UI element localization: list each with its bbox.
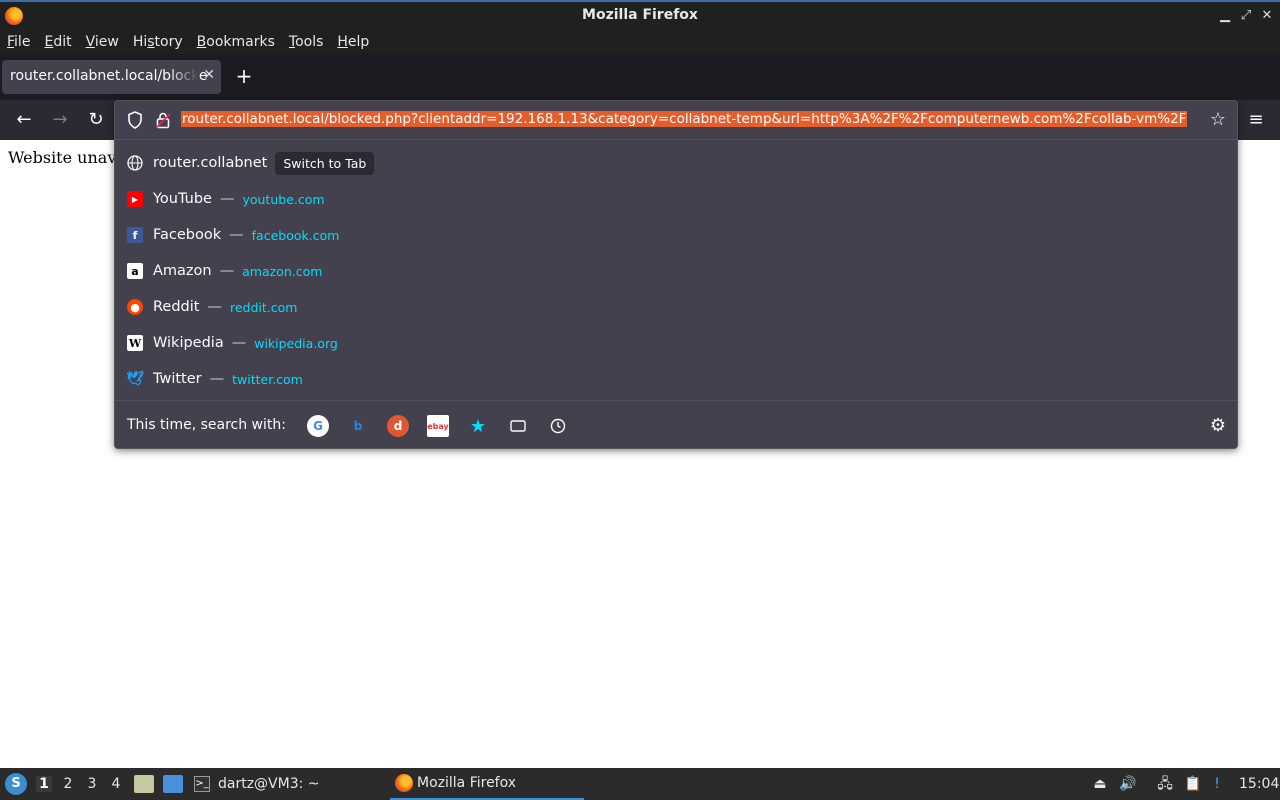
close-window-button[interactable]: ✕	[1257, 6, 1277, 26]
eject-icon[interactable]: ⏏	[1091, 775, 1109, 793]
suggestion-amazon[interactable]: a Amazon — amazon.com	[115, 253, 1237, 289]
suggestion-url: facebook.com	[251, 227, 340, 243]
duckduckgo-icon[interactable]: d	[387, 415, 409, 437]
start-menu-icon[interactable]: S	[5, 773, 27, 795]
menubar: File Edit View History Bookmarks Tools H…	[0, 30, 1280, 54]
menu-help[interactable]: Help	[337, 34, 369, 50]
workspace-4[interactable]: 4	[108, 776, 124, 792]
taskbar: S 1 2 3 4 >_ dartz@VM3: ~ Mozilla Firefo…	[0, 768, 1280, 800]
minimize-button[interactable]: ▁	[1215, 6, 1235, 26]
urlbar-dropdown: router.collabnet.local/blocked.php?clien…	[114, 100, 1238, 449]
suggestion-title: Reddit	[153, 299, 200, 315]
page-text: Website unav	[8, 148, 117, 167]
reddit-icon: ●	[127, 299, 143, 315]
suggestion-url: wikipedia.org	[254, 335, 338, 351]
suggestion-title: router.collabnet	[153, 155, 268, 171]
suggestion-twitter[interactable]: 🕊 Twitter — twitter.com	[115, 361, 1237, 397]
menu-history[interactable]: History	[133, 34, 183, 50]
workspace-1[interactable]: 1	[36, 776, 52, 792]
history-icon[interactable]	[547, 415, 569, 437]
globe-icon	[127, 155, 143, 171]
file-manager-icon[interactable]	[134, 775, 154, 793]
suggestion-wikipedia[interactable]: W Wikipedia — wikipedia.org	[115, 325, 1237, 361]
suggestion-title: Amazon	[153, 263, 212, 279]
suggestion-url: youtube.com	[242, 191, 325, 207]
window-title: Mozilla Firefox	[582, 7, 698, 23]
urlbar[interactable]: router.collabnet.local/blocked.php?clien…	[115, 101, 1237, 140]
suggestion-youtube[interactable]: ▶ YouTube — youtube.com	[115, 181, 1237, 217]
taskbar-terminal[interactable]: >_ dartz@VM3: ~	[194, 768, 320, 800]
firefox-icon	[395, 774, 413, 792]
app-menu-button[interactable]: ≡	[1246, 108, 1266, 132]
ebay-icon[interactable]: ebay	[427, 415, 449, 437]
forward-button[interactable]: →	[48, 108, 72, 132]
bing-icon[interactable]: b	[347, 415, 369, 437]
suggestion-title: YouTube	[153, 191, 212, 207]
notification-icon[interactable]: !	[1208, 775, 1226, 793]
suggestion-url: twitter.com	[232, 371, 303, 387]
suggestion-title: Facebook	[153, 227, 222, 243]
menu-edit[interactable]: Edit	[44, 34, 71, 50]
switch-to-tab-badge: Switch to Tab	[275, 151, 375, 175]
firefox-task-label: Mozilla Firefox	[417, 775, 517, 791]
back-button[interactable]: ←	[12, 108, 36, 132]
new-tab-button[interactable]: +	[234, 64, 254, 88]
google-icon[interactable]: G	[307, 415, 329, 437]
window-titlebar: Mozilla Firefox ▁ ⤢ ✕	[0, 0, 1280, 30]
suggestion-url: reddit.com	[229, 299, 298, 315]
tab-router-collabnet[interactable]: router.collabnet.local/blocke ✕	[2, 60, 221, 94]
youtube-icon: ▶	[127, 191, 143, 207]
show-desktop-icon[interactable]	[163, 775, 183, 793]
wikipedia-icon: W	[127, 335, 143, 351]
workspace-3[interactable]: 3	[84, 776, 100, 792]
search-with-label: This time, search with:	[127, 417, 286, 433]
amazon-icon: a	[127, 263, 143, 279]
tabs-icon[interactable]	[507, 415, 529, 437]
terminal-task-label: dartz@VM3: ~	[218, 776, 320, 792]
tracking-protection-shield-icon[interactable]	[127, 111, 143, 129]
bookmarks-icon[interactable]: ★	[467, 415, 489, 437]
tab-close-icon[interactable]: ✕	[203, 67, 215, 83]
facebook-icon: f	[127, 227, 143, 243]
url-input[interactable]: router.collabnet.local/blocked.php?clien…	[181, 111, 1205, 129]
suggestion-title: Twitter	[153, 371, 202, 387]
reload-button[interactable]: ↻	[84, 108, 108, 132]
search-with-bar: This time, search with: G b d ebay ★ ⚙	[115, 400, 1237, 450]
suggestion-title: Wikipedia	[153, 335, 224, 351]
menu-bookmarks[interactable]: Bookmarks	[197, 34, 275, 50]
menu-tools[interactable]: Tools	[289, 34, 324, 50]
clipboard-icon[interactable]: 📋	[1184, 775, 1202, 793]
menu-view[interactable]: View	[86, 34, 119, 50]
search-settings-gear-icon[interactable]: ⚙	[1207, 415, 1229, 437]
suggestion-url: amazon.com	[242, 263, 323, 279]
lock-warning-icon[interactable]	[155, 111, 171, 129]
taskbar-firefox[interactable]: Mozilla Firefox	[390, 768, 584, 800]
suggestion-facebook[interactable]: f Facebook — facebook.com	[115, 217, 1237, 253]
clock: 15:04	[1239, 776, 1280, 792]
volume-icon[interactable]: 🔊	[1119, 775, 1137, 793]
network-icon[interactable]: 🖧	[1156, 775, 1174, 793]
tab-strip: router.collabnet.local/blocke ✕ +	[0, 54, 1280, 100]
suggestion-switch-to-tab[interactable]: router.collabnet Switch to Tab	[115, 145, 1237, 181]
twitter-icon: 🕊	[126, 371, 144, 387]
maximize-button[interactable]: ⤢	[1236, 6, 1256, 26]
workspace-2[interactable]: 2	[60, 776, 76, 792]
menu-file[interactable]: File	[7, 34, 30, 50]
bookmark-star-icon[interactable]: ☆	[1207, 109, 1229, 131]
suggestion-reddit[interactable]: ● Reddit — reddit.com	[115, 289, 1237, 325]
terminal-icon: >_	[194, 776, 210, 792]
